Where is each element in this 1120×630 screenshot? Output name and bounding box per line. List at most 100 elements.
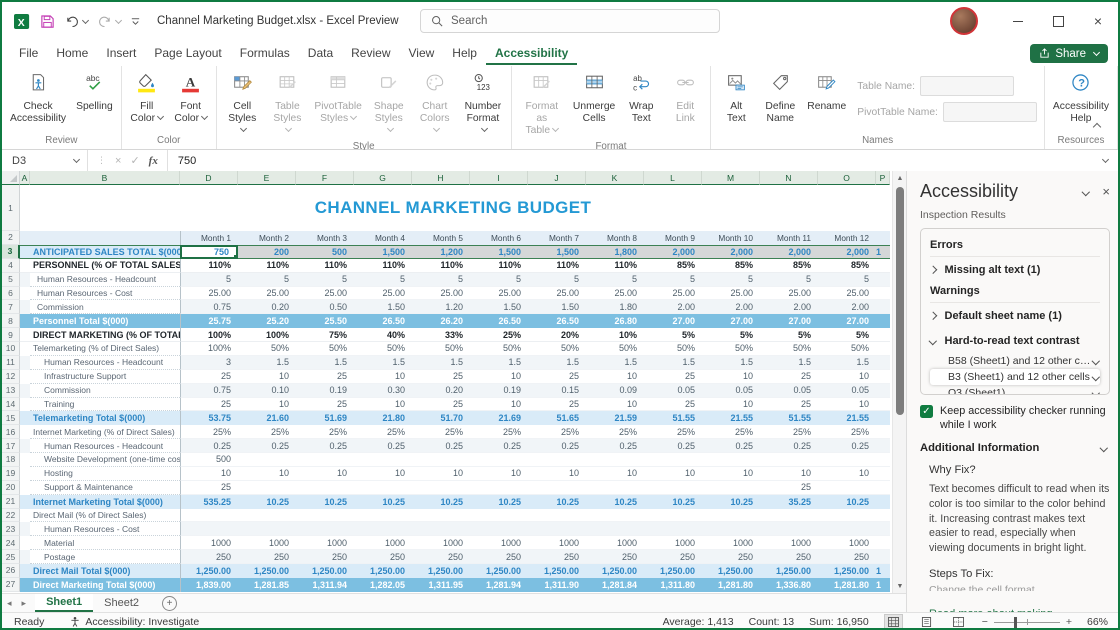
value-cell[interactable]: [528, 509, 586, 523]
value-cell[interactable]: 25.00: [412, 287, 470, 301]
value-cell[interactable]: 1,250.00: [296, 564, 354, 578]
value-cell[interactable]: 0.25: [412, 439, 470, 453]
value-cell[interactable]: 0.25: [296, 439, 354, 453]
formula-value[interactable]: 750: [168, 155, 196, 167]
clipped-cell[interactable]: [876, 370, 890, 384]
row-header-4[interactable]: 4: [2, 259, 20, 273]
value-cell[interactable]: 1,250.00: [818, 564, 876, 578]
row-header-15[interactable]: 15: [2, 411, 20, 425]
value-cell[interactable]: 21.69: [470, 411, 528, 425]
value-cell[interactable]: 1,250.00: [528, 564, 586, 578]
value-cell[interactable]: 10: [818, 370, 876, 384]
value-cell[interactable]: 1000: [586, 536, 644, 550]
value-cell[interactable]: 50%: [238, 342, 296, 356]
value-cell[interactable]: [354, 453, 412, 467]
value-cell[interactable]: 0.25: [180, 439, 238, 453]
value-cell[interactable]: 110%: [238, 259, 296, 273]
normal-view-icon[interactable]: [884, 614, 903, 630]
value-cell[interactable]: [586, 481, 644, 495]
chevron-down-icon[interactable]: [929, 337, 937, 345]
row-header-8[interactable]: 8: [2, 314, 20, 328]
new-sheet-button[interactable]: +: [162, 596, 177, 611]
value-cell[interactable]: 0.09: [586, 384, 644, 398]
column-header-P[interactable]: P: [876, 171, 890, 185]
value-cell[interactable]: 1000: [238, 536, 296, 550]
row-label-cell[interactable]: Hosting: [30, 467, 180, 481]
tab-formulas[interactable]: Formulas: [231, 41, 299, 65]
value-cell[interactable]: 2.00: [644, 300, 702, 314]
month-header-cell[interactable]: Month 11: [760, 231, 818, 245]
value-cell[interactable]: 1000: [760, 536, 818, 550]
value-cell[interactable]: 1.5: [644, 356, 702, 370]
month-header-cell[interactable]: Month 10: [702, 231, 760, 245]
column-header-O[interactable]: O: [818, 171, 876, 185]
value-cell[interactable]: 5: [528, 273, 586, 287]
value-cell[interactable]: 1,311.94: [296, 578, 354, 592]
row-label-cell[interactable]: ANTICIPATED SALES TOTAL $(000): [30, 245, 180, 259]
cell[interactable]: [20, 536, 30, 550]
value-cell[interactable]: 10: [586, 370, 644, 384]
value-cell[interactable]: 20%: [528, 328, 586, 342]
cell[interactable]: [20, 411, 30, 425]
value-cell[interactable]: [412, 509, 470, 523]
value-cell[interactable]: [180, 522, 238, 536]
row-label-cell[interactable]: Direct Marketing Total $(000): [30, 578, 180, 592]
value-cell[interactable]: 25%: [818, 425, 876, 439]
alt-text-button[interactable]: AltText: [714, 68, 758, 127]
month-header-cell[interactable]: Month 9: [644, 231, 702, 245]
value-cell[interactable]: 25.00: [586, 287, 644, 301]
maximize-button[interactable]: [1038, 3, 1078, 39]
value-cell[interactable]: 5: [818, 273, 876, 287]
value-cell[interactable]: 25%: [470, 425, 528, 439]
value-cell[interactable]: 21.80: [354, 411, 412, 425]
cell[interactable]: [20, 273, 30, 287]
value-cell[interactable]: 25: [760, 481, 818, 495]
page-layout-view-icon[interactable]: [918, 615, 935, 629]
value-cell[interactable]: 2,000: [760, 245, 818, 259]
value-cell[interactable]: 50%: [702, 342, 760, 356]
value-cell[interactable]: 51.70: [412, 411, 470, 425]
value-cell[interactable]: 27.00: [760, 314, 818, 328]
month-header-cell[interactable]: Month 5: [412, 231, 470, 245]
avatar[interactable]: [950, 7, 978, 35]
status-count[interactable]: Count: 13: [749, 616, 795, 628]
value-cell[interactable]: 3: [180, 356, 238, 370]
value-cell[interactable]: 5: [180, 273, 238, 287]
value-cell[interactable]: 25%: [470, 328, 528, 342]
value-cell[interactable]: 10.25: [354, 495, 412, 509]
value-cell[interactable]: 110%: [412, 259, 470, 273]
value-cell[interactable]: 110%: [586, 259, 644, 273]
value-cell[interactable]: [238, 509, 296, 523]
tab-review[interactable]: Review: [342, 41, 399, 65]
month-header-cell[interactable]: Month 12: [818, 231, 876, 245]
row-label-cell[interactable]: Commission: [30, 300, 180, 314]
row-header-22[interactable]: 22: [2, 509, 20, 523]
value-cell[interactable]: [644, 453, 702, 467]
zoom-out-icon[interactable]: −: [982, 616, 988, 628]
cell[interactable]: [30, 231, 180, 245]
value-cell[interactable]: 10: [296, 467, 354, 481]
spelling-button[interactable]: abcSpelling: [71, 68, 118, 115]
value-cell[interactable]: 250: [702, 550, 760, 564]
value-cell[interactable]: 25%: [412, 425, 470, 439]
clipped-cell[interactable]: [876, 439, 890, 453]
undo-icon[interactable]: [64, 14, 88, 29]
value-cell[interactable]: [760, 509, 818, 523]
row-header-13[interactable]: 13: [2, 384, 20, 398]
clipped-cell[interactable]: 1: [876, 245, 890, 259]
value-cell[interactable]: 10: [238, 467, 296, 481]
clipped-cell[interactable]: [876, 495, 890, 509]
row-header-2[interactable]: 2: [2, 231, 20, 245]
value-cell[interactable]: 0.25: [760, 439, 818, 453]
value-cell[interactable]: 25: [644, 398, 702, 412]
row-label-cell[interactable]: Infrastructure Support: [30, 370, 180, 384]
row-label-cell[interactable]: Telemarketing (% of Direct Sales): [30, 342, 180, 356]
value-cell[interactable]: [702, 481, 760, 495]
value-cell[interactable]: 25.00: [760, 287, 818, 301]
clipped-cell[interactable]: [876, 356, 890, 370]
value-cell[interactable]: 0.05: [702, 384, 760, 398]
value-cell[interactable]: 50%: [528, 342, 586, 356]
value-cell[interactable]: 10: [586, 398, 644, 412]
value-cell[interactable]: 10: [760, 467, 818, 481]
value-cell[interactable]: 1,250.00: [180, 564, 238, 578]
